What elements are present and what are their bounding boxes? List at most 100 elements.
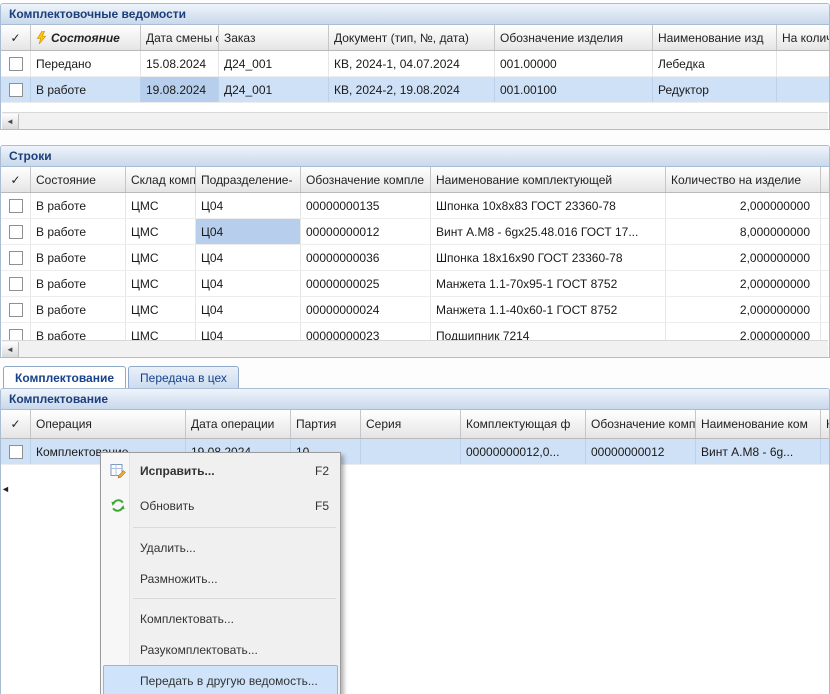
cell-name[interactable]: Шпонка 18x16x90 ГОСТ 23360-78 bbox=[431, 245, 666, 270]
cell-name[interactable]: Манжета 1.1-40x60-1 ГОСТ 8752 bbox=[431, 297, 666, 322]
cell-document[interactable]: КВ, 2024-1, 04.07.2024 bbox=[329, 51, 495, 76]
col-component[interactable]: Комплектующая ф bbox=[461, 410, 586, 438]
checkbox[interactable] bbox=[9, 445, 23, 459]
cell-component[interactable]: 00000000012,0... bbox=[461, 439, 586, 464]
cell-warehouse[interactable]: ЦМС bbox=[126, 219, 196, 244]
cell-designation[interactable]: 00000000024 bbox=[301, 297, 431, 322]
col-qty[interactable]: К bbox=[821, 410, 830, 438]
cell-designation[interactable]: 00000000012 bbox=[301, 219, 431, 244]
col-state-date[interactable]: Дата смены сост bbox=[141, 25, 219, 50]
col-department[interactable]: Подразделение- bbox=[196, 167, 301, 192]
cell-qty[interactable]: 2,000000000 bbox=[666, 193, 821, 218]
cell-name[interactable]: Винт А.М8 - 6gх25.48.016 ГОСТ 17... bbox=[431, 219, 666, 244]
table-row[interactable]: В работе ЦМС Ц04 00000000036 Шпонка 18x1… bbox=[1, 245, 829, 271]
row-checkbox[interactable] bbox=[1, 219, 31, 244]
row-checkbox[interactable] bbox=[1, 297, 31, 322]
col-operation[interactable]: Операция bbox=[31, 410, 186, 438]
cell-designation[interactable]: 001.00000 bbox=[495, 51, 653, 76]
cell-order[interactable]: Д24_001 bbox=[219, 77, 329, 102]
checkbox[interactable] bbox=[9, 251, 23, 265]
cell-qty[interactable]: 2,000000000 bbox=[666, 297, 821, 322]
cell-name[interactable]: Манжета 1.1-70x95-1 ГОСТ 8752 bbox=[431, 271, 666, 296]
col-designation[interactable]: Обозначение компле bbox=[301, 167, 431, 192]
col-product-designation[interactable]: Обозначение изделия bbox=[495, 25, 653, 50]
cell-warehouse[interactable]: ЦМС bbox=[126, 245, 196, 270]
row-checkbox[interactable] bbox=[1, 439, 31, 464]
cell-extra[interactable] bbox=[821, 193, 830, 218]
cell-date-focused[interactable]: 19.08.2024 bbox=[141, 77, 219, 102]
cell-qty[interactable]: 8,000000000 bbox=[666, 219, 821, 244]
cell-department[interactable]: Ц04 bbox=[196, 193, 301, 218]
menu-item-transfer-to-other-list[interactable]: Передать в другую ведомость... bbox=[103, 665, 338, 694]
col-check[interactable]: ✓ bbox=[1, 167, 31, 192]
cell-designation[interactable]: 00000000012 bbox=[586, 439, 696, 464]
menu-item-duplicate[interactable]: Размножить... bbox=[103, 563, 338, 594]
checkbox[interactable] bbox=[9, 57, 23, 71]
menu-item-delete[interactable]: Удалить... bbox=[103, 532, 338, 563]
cell-name[interactable]: Лебедка bbox=[653, 51, 777, 76]
cell-extra[interactable] bbox=[821, 245, 830, 270]
cell-date[interactable]: 15.08.2024 bbox=[141, 51, 219, 76]
cell-name[interactable]: Редуктор bbox=[653, 77, 777, 102]
table-row-selected[interactable]: В работе 19.08.2024 Д24_001 КВ, 2024-2, … bbox=[1, 77, 829, 103]
cell-department-focused[interactable]: Ц04 bbox=[196, 219, 301, 244]
row-checkbox[interactable] bbox=[1, 193, 31, 218]
cell-order[interactable]: Д24_001 bbox=[219, 51, 329, 76]
cell-qty[interactable] bbox=[777, 77, 830, 102]
table-row[interactable]: В работе ЦМС Ц04 00000000135 Шпонка 10x8… bbox=[1, 193, 829, 219]
menu-item-edit[interactable]: Исправить... F2 bbox=[103, 453, 338, 488]
table-row[interactable]: В работе ЦМС Ц04 00000000024 Манжета 1.1… bbox=[1, 297, 829, 323]
col-series[interactable]: Серия bbox=[361, 410, 461, 438]
cell-state[interactable]: В работе bbox=[31, 77, 141, 102]
table-row[interactable]: Передано 15.08.2024 Д24_001 КВ, 2024-1, … bbox=[1, 51, 829, 77]
table-row[interactable]: В работе ЦМС Ц04 00000000025 Манжета 1.1… bbox=[1, 271, 829, 297]
cell-name[interactable]: Шпонка 10x8x83 ГОСТ 23360-78 bbox=[431, 193, 666, 218]
row-checkbox[interactable] bbox=[1, 271, 31, 296]
cell-department[interactable]: Ц04 bbox=[196, 245, 301, 270]
col-operation-date[interactable]: Дата операции bbox=[186, 410, 291, 438]
checkbox[interactable] bbox=[9, 199, 23, 213]
cell-warehouse[interactable]: ЦМС bbox=[126, 193, 196, 218]
scroll-left-button[interactable]: ◄ bbox=[2, 342, 19, 357]
table-row[interactable]: В работе ЦМС Ц04 00000000012 Винт А.М8 -… bbox=[1, 219, 829, 245]
cell-designation[interactable]: 00000000025 bbox=[301, 271, 431, 296]
cell-state[interactable]: В работе bbox=[31, 193, 126, 218]
col-state[interactable]: Состояние bbox=[31, 25, 141, 50]
col-order[interactable]: Заказ bbox=[219, 25, 329, 50]
col-document[interactable]: Документ (тип, №, дата) bbox=[329, 25, 495, 50]
menu-item-refresh[interactable]: Обновить F5 bbox=[103, 488, 338, 523]
cell-qty[interactable] bbox=[821, 439, 830, 464]
checkbox[interactable] bbox=[9, 277, 23, 291]
col-qty-per-product[interactable]: Количество на изделие bbox=[666, 167, 821, 192]
col-extra[interactable] bbox=[821, 167, 830, 192]
row-checkbox[interactable] bbox=[1, 245, 31, 270]
checkbox[interactable] bbox=[9, 303, 23, 317]
menu-item-komplektovat[interactable]: Комплектовать... bbox=[103, 603, 338, 634]
cell-extra[interactable] bbox=[821, 297, 830, 322]
col-warehouse[interactable]: Склад комп bbox=[126, 167, 196, 192]
horizontal-scrollbar[interactable]: ◄ bbox=[2, 340, 828, 357]
cell-warehouse[interactable]: ЦМС bbox=[126, 271, 196, 296]
cell-document[interactable]: КВ, 2024-2, 19.08.2024 bbox=[329, 77, 495, 102]
col-designation[interactable]: Обозначение комп bbox=[586, 410, 696, 438]
menu-item-razukomplektovat[interactable]: Разукомплектовать... bbox=[103, 634, 338, 665]
tab-peredacha-v-tseh[interactable]: Передача в цех bbox=[128, 366, 239, 388]
cell-designation[interactable]: 00000000135 bbox=[301, 193, 431, 218]
col-qty[interactable]: На колич bbox=[777, 25, 830, 50]
cell-state[interactable]: В работе bbox=[31, 219, 126, 244]
cell-qty[interactable]: 2,000000000 bbox=[666, 245, 821, 270]
cell-state[interactable]: Передано bbox=[31, 51, 141, 76]
cell-designation[interactable]: 001.00100 bbox=[495, 77, 653, 102]
tab-komplektovanie[interactable]: Комплектование bbox=[3, 366, 126, 388]
cell-state[interactable]: В работе bbox=[31, 271, 126, 296]
cell-name[interactable]: Винт А.М8 - 6g... bbox=[696, 439, 821, 464]
row-checkbox[interactable] bbox=[1, 51, 31, 76]
cell-extra[interactable] bbox=[821, 219, 830, 244]
row-checkbox[interactable] bbox=[1, 77, 31, 102]
col-check[interactable]: ✓ bbox=[1, 25, 31, 50]
col-component-name[interactable]: Наименование комплектующей bbox=[431, 167, 666, 192]
cell-designation[interactable]: 00000000036 bbox=[301, 245, 431, 270]
cell-warehouse[interactable]: ЦМС bbox=[126, 297, 196, 322]
cell-department[interactable]: Ц04 bbox=[196, 271, 301, 296]
cell-department[interactable]: Ц04 bbox=[196, 297, 301, 322]
